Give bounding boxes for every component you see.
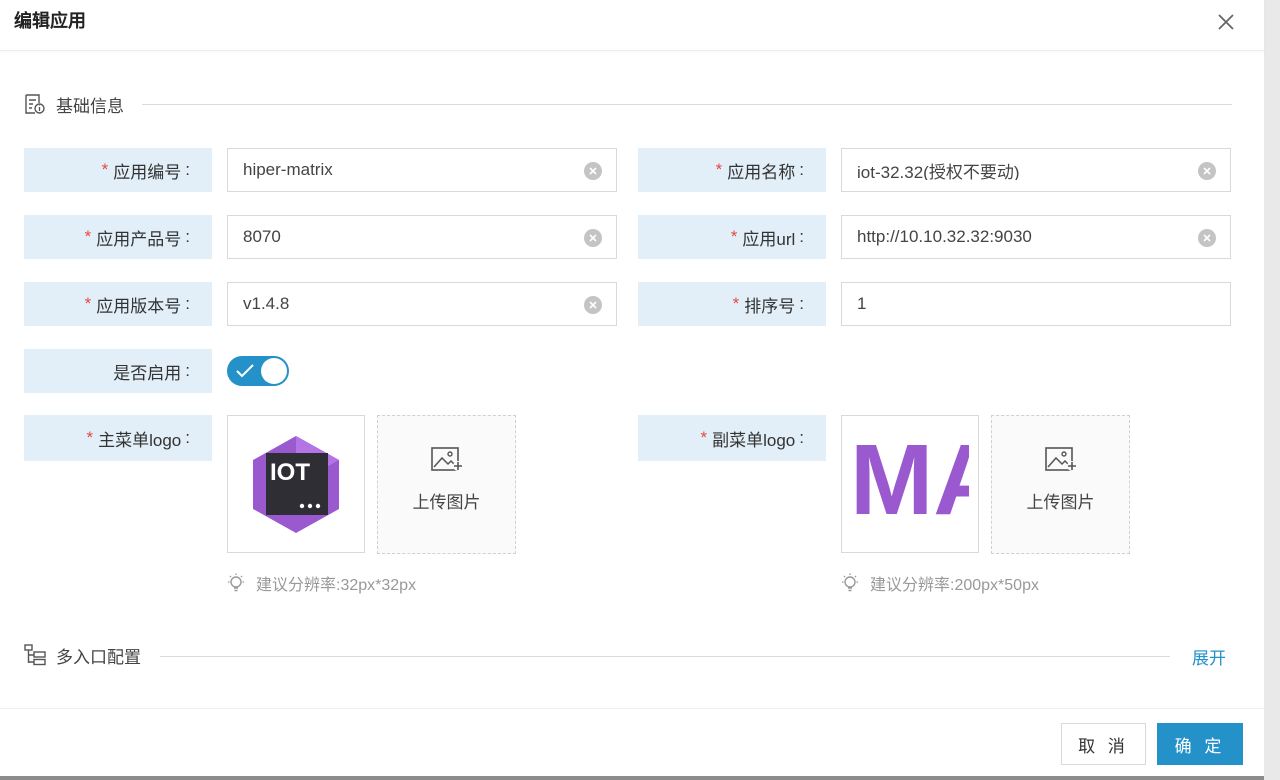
product-no-input[interactable] [243,227,563,247]
section-divider [142,104,1232,105]
label-colon: : [185,227,190,246]
app-name-field [841,148,1231,192]
label-text: 应用版本号 [96,296,182,316]
main-logo-hint: 建议分辨率:32px*32px [226,571,416,595]
version-label: * 应用版本号 : [24,282,212,326]
label-colon: : [185,294,190,313]
lightbulb-icon [228,573,244,592]
required-mark: * [730,227,738,246]
scrollbar-track[interactable] [1264,0,1280,780]
document-info-icon [25,94,45,114]
enabled-toggle[interactable] [227,356,289,386]
label-text: 应用url [742,229,796,249]
label-text: 应用名称 [727,162,796,182]
clear-icon[interactable] [584,229,602,247]
label-text: 副菜单logo [712,430,796,450]
toggle-knob [261,358,287,384]
label-text: 主菜单logo [98,430,182,450]
iot-logo-text: IOT [270,459,310,486]
add-image-icon [430,447,463,471]
main-logo-upload-button[interactable]: 上传图片 [377,415,516,554]
label-text: 是否启用 [113,363,182,383]
lightbulb-icon [842,573,858,592]
tree-structure-icon [24,644,46,666]
app-name-input[interactable] [857,160,1177,180]
sort-no-label: * 排序号 : [638,282,826,326]
label-colon: : [185,428,190,447]
close-icon[interactable] [1214,10,1238,34]
main-logo-label: * 主菜单logo : [24,415,212,461]
sub-logo-label: * 副菜单logo : [638,415,826,461]
clear-icon[interactable] [1198,162,1216,180]
app-code-input[interactable] [243,160,563,180]
required-mark: * [715,160,723,179]
label-colon: : [185,361,190,380]
label-colon: : [799,428,804,447]
basic-info-section-header: 基础信息 [24,92,124,116]
required-mark: * [84,227,92,246]
dialog-footer: 取 消 确 定 [0,708,1264,777]
main-logo-preview[interactable]: IOT [227,415,365,553]
section-title: 多入口配置 [56,647,141,667]
edit-app-dialog: 编辑应用 基础信息 * 应用编号 : * 应用名称 : [0,0,1264,776]
sort-no-field [841,282,1231,326]
enabled-label: 是否启用 : [24,349,212,393]
upload-label: 上传图片 [412,493,481,512]
label-colon: : [799,160,804,179]
label-text: 应用编号 [113,162,182,182]
section-title: 基础信息 [56,96,124,116]
cancel-button[interactable]: 取 消 [1061,723,1146,765]
sub-logo-upload-button[interactable]: 上传图片 [991,415,1130,554]
clear-icon[interactable] [1198,229,1216,247]
app-url-label: * 应用url : [638,215,826,259]
label-text: 应用产品号 [96,229,182,249]
product-no-label: * 应用产品号 : [24,215,212,259]
label-text: 排序号 [744,296,796,316]
label-colon: : [185,160,190,179]
label-colon: : [799,227,804,246]
section-divider [160,656,1170,657]
ma-logo-image: MA [850,416,978,552]
sub-logo-hint: 建议分辨率:200px*50px [840,571,1039,595]
app-code-field [227,148,617,192]
version-field [227,282,617,326]
upload-label: 上传图片 [1026,493,1095,512]
version-input[interactable] [243,294,563,314]
check-icon [236,364,254,378]
ma-logo-text: MA [850,424,978,536]
expand-link[interactable]: 展开 [1192,644,1226,669]
confirm-button[interactable]: 确 定 [1157,723,1243,765]
multi-entry-section-header: 多入口配置 [24,643,141,667]
required-mark: * [700,428,708,447]
required-mark: * [101,160,109,179]
app-url-field [841,215,1231,259]
required-mark: * [84,294,92,313]
app-code-label: * 应用编号 : [24,148,212,192]
hint-text: 建议分辨率:200px*50px [870,577,1039,594]
clear-icon[interactable] [584,162,602,180]
dialog-title: 编辑应用 [14,11,86,31]
hint-text: 建议分辨率:32px*32px [256,577,417,594]
required-mark: * [86,428,94,447]
app-name-label: * 应用名称 : [638,148,826,192]
iot-logo-image: IOT [253,436,339,533]
label-colon: : [799,294,804,313]
app-url-input[interactable] [857,227,1177,247]
sub-logo-preview[interactable]: MA [841,415,979,553]
sort-no-input[interactable] [857,294,1177,314]
add-image-icon [1044,447,1077,471]
dialog-header: 编辑应用 [0,0,1264,51]
product-no-field [227,215,617,259]
clear-icon[interactable] [584,296,602,314]
required-mark: * [732,294,740,313]
